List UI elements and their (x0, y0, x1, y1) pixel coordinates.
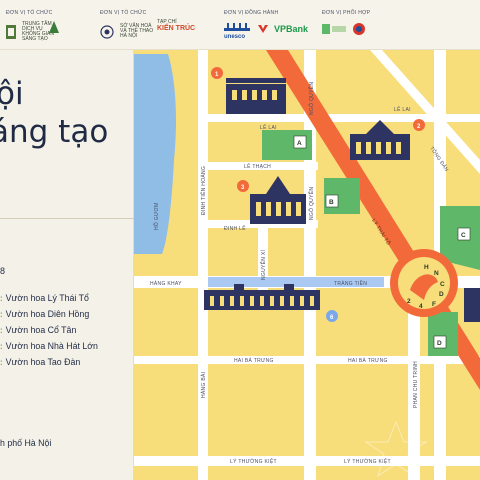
coop-group: ĐƠN VỊ PHỐI HỢP (322, 10, 371, 16)
garden-item[interactable]: : Vườn hoa Nhà Hát Lớn (0, 341, 98, 351)
garden-marker-icon: : (0, 325, 3, 335)
garden-count: 8 (0, 266, 6, 276)
organizer2-group: ĐƠN VỊ TỔ CHỨC (100, 10, 147, 16)
partner-group: ĐƠN VỊ ĐỒNG HÀNH (224, 10, 279, 16)
organizer-group: ĐƠN VỊ TỔ CHỨC (6, 10, 53, 16)
street-label: HAI BÀ TRƯNG (348, 357, 388, 364)
hub-letter: C (440, 281, 445, 288)
street-label: PHAN CHU TRINH (413, 361, 419, 408)
street-label: ĐINH TIÊN HOÀNG (199, 166, 207, 215)
organizer-footer: h phố Hà Nội (0, 438, 52, 448)
garden-item[interactable]: : Vườn hoa Tao Đàn (0, 357, 80, 367)
vpbank-logo: VPBank (258, 24, 308, 34)
panel-divider (0, 218, 134, 219)
unesco-temple-icon (224, 23, 250, 31)
garden-marker-icon: : (0, 309, 3, 319)
culture-dept-logo: SỞ VĂN HOÁ VÀ THỂ THAO HÀ NỘI (100, 24, 156, 39)
street-label: HỒ GƯƠM (153, 202, 160, 230)
organizer-emblem-icon (6, 25, 16, 39)
unesco-logo (224, 22, 250, 32)
vpbank-mark-icon (258, 25, 268, 33)
street-label: NGUYỄN XÍ (260, 249, 267, 280)
kien-truc-logo: TẠP CHÍ KIẾN TRÚC (157, 19, 196, 33)
organizer-label: ĐƠN VỊ TỔ CHỨC (6, 10, 53, 16)
leaf-logo-icon (49, 21, 59, 33)
garden-item[interactable]: : Vườn hoa Diên Hồng (0, 309, 89, 319)
street-label: LÝ THƯỜNG KIỆT (230, 457, 277, 465)
street-label: NGÔ QUYỀN (308, 187, 315, 220)
zone-b-label: B (329, 199, 334, 206)
hub-letter: N (434, 270, 439, 277)
hub-letter: F (432, 301, 436, 308)
title-line-3: ı (0, 150, 1, 186)
zone-d-label: D (437, 340, 442, 347)
title-line-2: áng tạo (0, 114, 109, 150)
coop-logos (322, 22, 366, 36)
garden-item[interactable]: : Vườn hoa Cổ Tân (0, 325, 76, 335)
map-canvas: HỒ GƯƠM LÝ THÁI TỔ A B C D 1 2 3 6 H N C… (134, 50, 480, 480)
zone-d[interactable] (428, 312, 458, 356)
garden-item[interactable]: : Vườn hoa Lý Thái Tổ (0, 293, 89, 303)
hub-letter: 2 (407, 298, 411, 305)
street-label: ĐINH LỄ (224, 225, 246, 232)
title-line-1: ội (0, 76, 24, 112)
info-panel: ội áng tạo ı 8 : Vườn hoa Lý Thái Tổ : V… (0, 50, 134, 480)
garden-marker-icon: : (0, 357, 3, 367)
street-label: HÀNG KHAY (150, 280, 182, 287)
street-label: LÊ LAI (394, 105, 411, 113)
building-right-icon (464, 288, 480, 322)
hub-letter: H (424, 264, 429, 271)
zone-a-label: A (297, 140, 302, 147)
street-label: NGÔ QUYỀN (308, 82, 315, 115)
street-label: LÊ THẠCH (244, 162, 271, 170)
street-label: TRÀNG TIỀN (334, 280, 367, 287)
header-logo-strip: ĐƠN VỊ TỔ CHỨC TRUNG TÂM DỊCH VỤ KHÔNG G… (0, 0, 480, 50)
partner-small-logo (48, 20, 60, 34)
hub-letter: D (439, 291, 444, 298)
street-label: HÀNG BÀI (200, 372, 207, 398)
street-label: LÝ THƯỜNG KIỆT (344, 457, 391, 465)
culture-dept-seal-icon (100, 24, 114, 39)
garden-marker-icon: : (0, 341, 3, 351)
map-area[interactable]: HỒ GƯƠM LÝ THÁI TỔ A B C D 1 2 3 6 H N C… (134, 50, 480, 480)
garden-marker-icon: : (0, 293, 3, 303)
coop-logo-2-icon (353, 23, 365, 35)
street-label: HAI BÀ TRƯNG (234, 357, 274, 364)
street-label: LÊ LAI (260, 123, 277, 131)
coop-logo-1-icon (322, 24, 346, 34)
zone-c-label: C (461, 232, 466, 239)
hub-letter: 4 (419, 303, 423, 310)
unesco-wordmark: unesco (224, 34, 246, 40)
